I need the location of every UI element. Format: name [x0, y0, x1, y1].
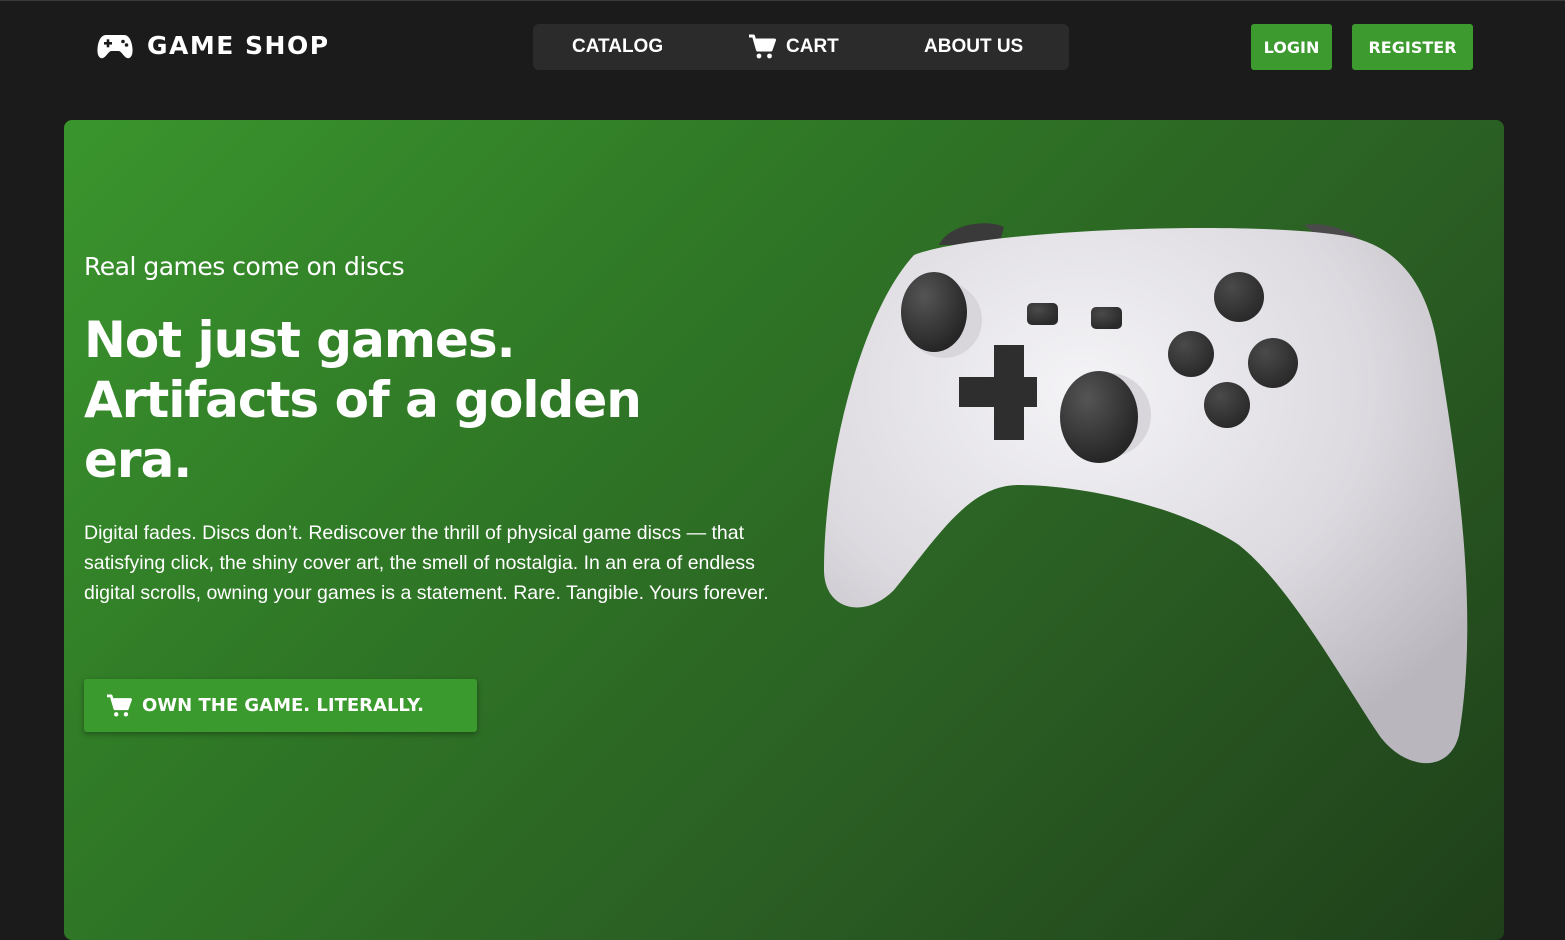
hero-headline: Not just games. Artifacts of a golden er… [84, 311, 642, 489]
hero-description: Digital fades. Discs don’t. Rediscover t… [84, 522, 769, 604]
game-controller-image [824, 223, 1468, 764]
hero-tagline: Real games come on discs [84, 252, 405, 281]
nav-catalog-label: CATALOG [572, 36, 664, 57]
nav-about-us[interactable]: ABOUT US [924, 24, 1023, 70]
brand-logo[interactable]: GAME SHOP [97, 31, 330, 61]
nav-about-us-label: ABOUT US [924, 36, 1024, 57]
brand-name: GAME SHOP [147, 31, 330, 60]
nav-catalog[interactable]: CATALOG [572, 24, 663, 70]
hero-banner: Real games come on discs Not just games.… [64, 120, 1504, 940]
main-nav: CATALOG CART ABOUT US [533, 24, 1069, 70]
cart-icon [749, 34, 776, 59]
gamepad-icon [97, 35, 133, 59]
own-the-game-button[interactable]: OWN THE GAME. LITERALLY. [84, 679, 477, 732]
login-button[interactable]: LOGIN [1251, 24, 1332, 70]
nav-cart[interactable]: CART [748, 24, 839, 70]
top-border [0, 0, 1565, 1]
cart-icon [107, 693, 132, 717]
register-button[interactable]: REGISTER [1352, 24, 1473, 70]
cta-label: OWN THE GAME. LITERALLY. [142, 695, 424, 716]
nav-cart-label: CART [786, 36, 839, 57]
